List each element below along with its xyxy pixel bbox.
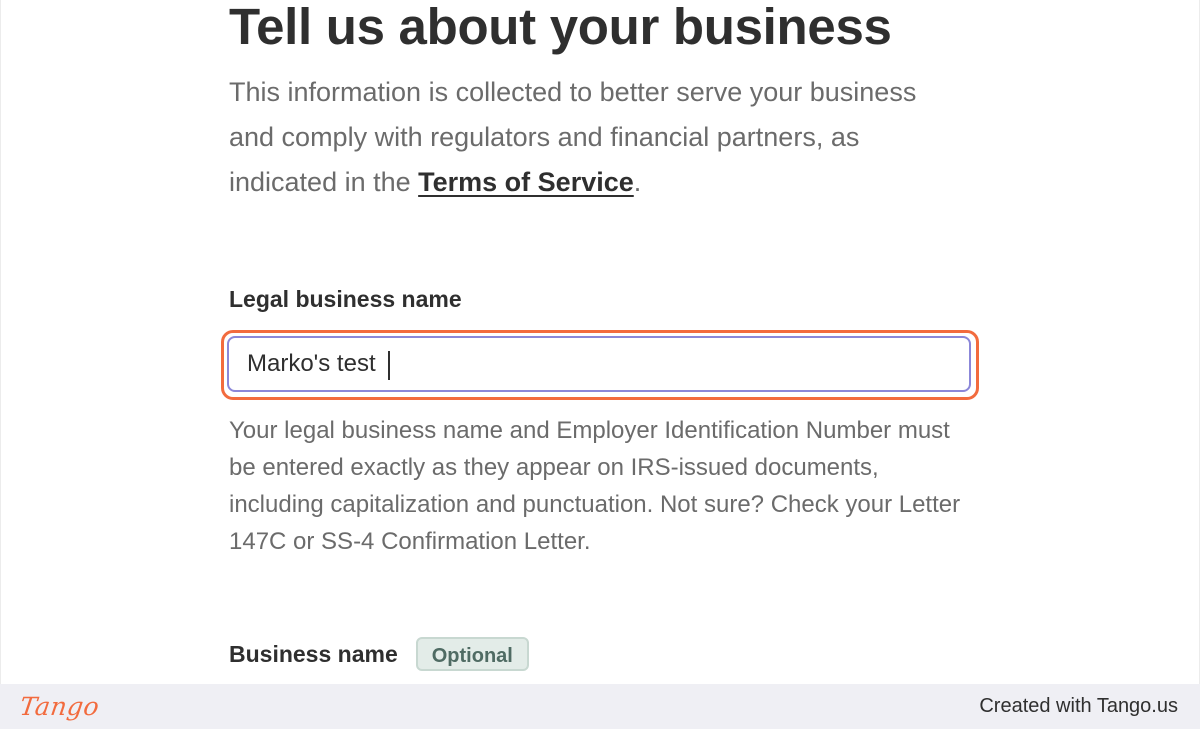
left-edge-divider xyxy=(0,0,1,684)
legal-business-name-input[interactable] xyxy=(227,336,971,392)
tango-footer: Tango Created with Tango.us xyxy=(0,684,1200,729)
business-name-field-header: Business name Optional xyxy=(229,636,529,672)
intro-text-end: . xyxy=(633,167,642,197)
terms-of-service-link[interactable]: Terms of Service xyxy=(418,167,634,197)
page: Tell us about your business This informa… xyxy=(0,0,1200,729)
text-cursor xyxy=(388,351,390,380)
page-title: Tell us about your business xyxy=(229,0,892,55)
legal-business-name-label: Legal business name xyxy=(229,286,462,312)
legal-business-name-help-text: Your legal business name and Employer Id… xyxy=(229,417,961,555)
intro-text: This information is collected to better … xyxy=(229,70,929,205)
tango-credit-text: Created with Tango.us xyxy=(979,695,1178,717)
business-name-label: Business name xyxy=(229,641,398,667)
tango-logo: Tango xyxy=(17,692,102,721)
optional-badge: Optional xyxy=(415,637,529,671)
